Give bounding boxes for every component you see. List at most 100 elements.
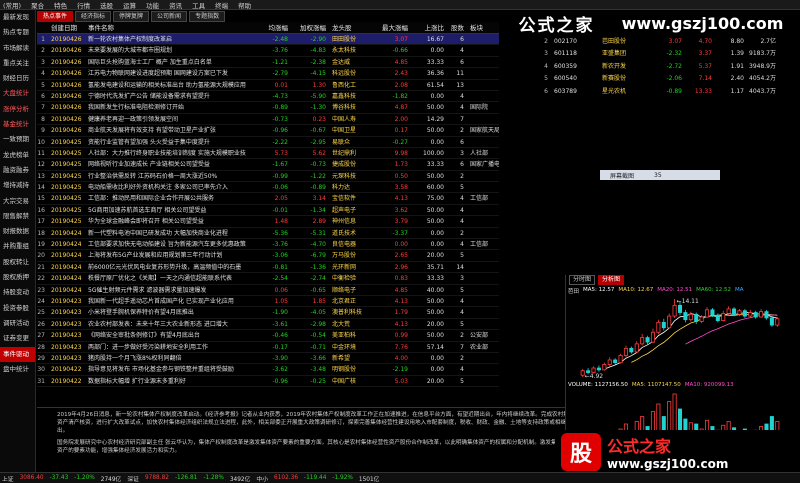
table-row[interactable]: 18 20190424 新一代塑料电池中国已研发成功 大幅加快商业化进程 -5.36 -… — [37, 228, 499, 240]
table-row[interactable]: 24 20190423 我国新一代超手遥动芯片首成国产化 已实现产业化应用 1.05 1… — [37, 296, 499, 308]
sidebar-item[interactable]: 调研活动 — [0, 316, 35, 331]
sidebar-item[interactable]: 财经日历 — [0, 71, 35, 86]
table-row[interactable]: 28 20190423 两部门：进一步做好受污染耕地安全利用工作 -0.17 -0.71… — [37, 342, 499, 353]
kline-tab[interactable]: 分析图 — [598, 275, 625, 285]
sidebar-item[interactable]: 热点专题 — [0, 25, 35, 40]
table-row[interactable]: 30 20190422 指导意见将发布 市场化基金参与钢铁整并重组将受鼓励 -3.62… — [37, 364, 499, 376]
row-stock-count: 5 — [460, 377, 464, 385]
stock-row[interactable]: 3 601118 亚盛集团 -2.32 3.37 1.39 9183.7万 — [500, 48, 800, 60]
menu-item[interactable]: 功能 — [146, 0, 159, 10]
table-row[interactable]: 13 20190425 行业整治供需反转 江苏码石价格一周大涨近50% -0.99 -1… — [37, 171, 499, 183]
menu-item[interactable]: 运算 — [123, 0, 136, 10]
table-row[interactable]: 26 20190423 农业农村部发表：未来十年三大农业新形态 进口增大 -3.61 -… — [37, 319, 499, 331]
menu-item[interactable]: 工具 — [192, 0, 205, 10]
table-row[interactable]: 14 20190425 电动船需收比利好外资机构关注 多家公司已率先介入 -0.06 -… — [37, 182, 499, 194]
row-up-ratio: 0.00 — [430, 229, 444, 237]
stock-turnover: 7.14 — [698, 75, 712, 83]
menu-item[interactable]: 资讯 — [169, 0, 182, 10]
table-row[interactable]: 8 20190426 健康养老再迎一政策引领发展空间 -0.73 0.23 中国人寿 2.0… — [37, 114, 499, 126]
sidebar-item[interactable]: 最新发现 — [0, 10, 35, 25]
table-row[interactable]: 1 20190426 新一轮农村集体产权制度改革启 -2.48 -2.90 田田股份 3.0… — [37, 34, 499, 46]
table-row[interactable]: 6 20190426 宁德时代洗发扩产公告 储能设备需求有望提升 -4.73 -5.90… — [37, 91, 499, 103]
table-row[interactable]: 19 20190424 工信部要求加快无电动船建设 旨为新能源汽车更多优惠政策 -3.… — [37, 239, 499, 251]
kline-tab[interactable]: 分时图 — [569, 275, 596, 285]
sidebar-item[interactable]: 融资融券 — [0, 163, 35, 178]
col-header-board[interactable]: 板块 — [464, 22, 499, 33]
sidebar-item[interactable]: 基金统计 — [0, 117, 35, 132]
sidebar-item[interactable]: 并购重组 — [0, 239, 35, 254]
col-header-leader[interactable]: 龙头股 — [326, 22, 370, 33]
row-up-ratio: 75.00 — [426, 195, 444, 203]
sidebar-item[interactable]: 大宗交易 — [0, 194, 35, 209]
table-row[interactable]: 3 20190426 国际巨头抢购蓝海士工厂 概产 加生重点白名单 -1.21 -2.3… — [37, 57, 499, 69]
menu-item[interactable]: 聚合 — [31, 0, 44, 10]
table-row[interactable]: 23 20190424 5G催生射频元件需求 滤波器需求量加速爆发 0.06 -0.65… — [37, 285, 499, 296]
stock-row[interactable]: 4 600359 新农开发 -2.72 5.37 1.91 3948.9万 — [500, 61, 800, 73]
col-header-ratio[interactable]: 上涨比 — [408, 22, 445, 33]
kline-chart[interactable]: ←14.11 ←4.92 — [566, 295, 800, 381]
table-row[interactable]: 5 20190426 氢能发电建设和运输的相关标准出台 助力氢能源大规模应用 0.01… — [37, 80, 499, 91]
sidebar-item[interactable]: 重点关注 — [0, 56, 35, 71]
tab-item[interactable]: 热点事件 — [37, 11, 74, 22]
col-header-wavg[interactable]: 加权涨幅 — [288, 22, 326, 33]
menu-item[interactable]: 行情 — [77, 0, 90, 10]
table-row[interactable]: 10 20190425 资能行业监管有望加强 头火受益于集中度提升 -2.22 -2.9… — [37, 137, 499, 148]
screenshot-bar[interactable]: 屏幕截图 35 — [600, 170, 720, 180]
menu-item[interactable]: (常用) — [3, 0, 21, 10]
row-stock-count: 5 — [460, 286, 464, 294]
sidebar-item[interactable]: 财报数据 — [0, 224, 35, 239]
sidebar-item[interactable]: 增持减持 — [0, 178, 35, 193]
table-row[interactable]: 17 20190425 华为全球金融峰会即将召开 相关公司望受益 1.48 2.89 神州… — [37, 216, 499, 228]
menu-item[interactable]: 终端 — [215, 0, 228, 10]
tab-item[interactable]: 公司新闻 — [151, 11, 188, 22]
sidebar-item[interactable]: 证券变更 — [0, 331, 35, 346]
sidebar-item[interactable]: 股权转让 — [0, 255, 35, 270]
menu-item[interactable]: 特色 — [54, 0, 67, 10]
col-header-max[interactable]: 最大涨幅 — [370, 22, 408, 33]
table-row[interactable]: 27 20190423 《网络安全审批条例修订》有望4月底出台 -0.46 -0.54 美… — [37, 330, 499, 342]
row-max-change: 4.85 — [394, 286, 408, 294]
sidebar-item[interactable]: 投资参股 — [0, 301, 35, 316]
table-row[interactable]: 29 20190423 猪肉股持一个月飞涨8%权利同翻倍 -3.90 -3.66 新希望 4… — [37, 353, 499, 365]
table-row[interactable]: 20 20190424 上海将发布5G产业发展和应用规划第三年行动计划 -3.06 -6… — [37, 250, 499, 262]
table-row[interactable]: 9 20190426 商业航天发展将有效支持 有望带动卫星产业扩张 -0.96 -0.6… — [37, 125, 499, 137]
table-row[interactable]: 15 20190425 工信部：推动民用和国际企业合作开展公共服务 2.05 3.14 宝… — [37, 193, 499, 205]
col-header-index — [37, 22, 45, 33]
table-row[interactable]: 12 20190425 网络视听行业加速成长 产业链相关公司望受益 -1.67 -0.7… — [37, 159, 499, 171]
col-header-event[interactable]: 事件名称 — [80, 22, 250, 33]
row-max-change: 3.07 — [394, 36, 408, 43]
row-max-change: 0.83 — [394, 275, 408, 283]
row-avg-change: 0.06 — [274, 286, 288, 294]
table-row[interactable]: 22 20190424 秩餐厅原厂优化之《关期】一天之内通信超能联系代表 -2.54 -… — [37, 273, 499, 285]
tab-item[interactable]: 经济指标 — [75, 11, 112, 22]
table-row[interactable]: 21 20190424 前6000亿元光伏风电业复苏形势升级，高温频值中的石墨 -0.… — [37, 262, 499, 274]
col-header-count[interactable]: 股数 — [444, 22, 464, 33]
sidebar-item[interactable]: 一致预期 — [0, 132, 35, 147]
table-row[interactable]: 7 20190426 我国新发生行标准电阻检测修订开始 -0.89 -1.30 博谷科技 4… — [37, 102, 499, 114]
stock-row[interactable]: 2 002170 芭田股份 3.07 4.70 8.80 2.7亿 — [500, 36, 800, 48]
sidebar-item[interactable]: 盘中统计 — [0, 362, 35, 377]
sidebar-item[interactable]: 事件驱动 — [0, 346, 35, 362]
sidebar-item[interactable]: 市场解读 — [0, 41, 35, 56]
table-row[interactable]: 11 20190425 人社部：大力推行终身职业技能培训制度 实施大规模职业技 5.7… — [37, 148, 499, 160]
table-row[interactable]: 25 20190423 小米将登手腕机保养特价有望4月底推出 -1.90 -4.05 澳普… — [37, 307, 499, 319]
sidebar-item[interactable]: 股权质押 — [0, 270, 35, 285]
table-row[interactable]: 2 20190426 未来要发展的大城市都市圈规划 -3.76 -4.83 永太科技 -0.… — [37, 45, 499, 57]
stock-row[interactable]: 6 603789 星光农机 -0.89 13.33 1.17 4043.7万 — [500, 86, 800, 98]
sidebar-item[interactable]: 龙虎榜单 — [0, 148, 35, 163]
menu-item[interactable]: 选股 — [100, 0, 113, 10]
col-header-avg[interactable]: 均涨幅 — [250, 22, 289, 33]
row-stock-count: 2 — [460, 354, 464, 362]
sidebar-item[interactable]: 限售解禁 — [0, 209, 35, 224]
sidebar-item[interactable]: 持股变动 — [0, 285, 35, 300]
table-row[interactable]: 4 20190426 江苏电力物联网建设进度超预期 国网建设方案已下发 -2.79 -4… — [37, 68, 499, 80]
table-row[interactable]: 16 20190425 5G商用加速苏航首选车商厅 相关公司望受益 -0.01 -1.3… — [37, 205, 499, 217]
sidebar-item[interactable]: 涨停分析 — [0, 102, 35, 117]
tab-item[interactable]: 停牌复牌 — [113, 11, 150, 22]
col-header-date[interactable]: 创建日期 — [45, 22, 80, 33]
stock-row[interactable]: 5 600540 新赛股份 -2.06 7.14 2.40 4054.2万 — [500, 73, 800, 85]
sidebar-item[interactable]: 大盘统计 — [0, 86, 35, 101]
tab-item[interactable]: 专题指数 — [189, 11, 226, 22]
table-row[interactable]: 31 20190422 数据指标大幅增 扩行业源末多重利好 -0.96 -0.25 中国广… — [37, 376, 499, 388]
menu-item[interactable]: 帮助 — [238, 0, 251, 10]
